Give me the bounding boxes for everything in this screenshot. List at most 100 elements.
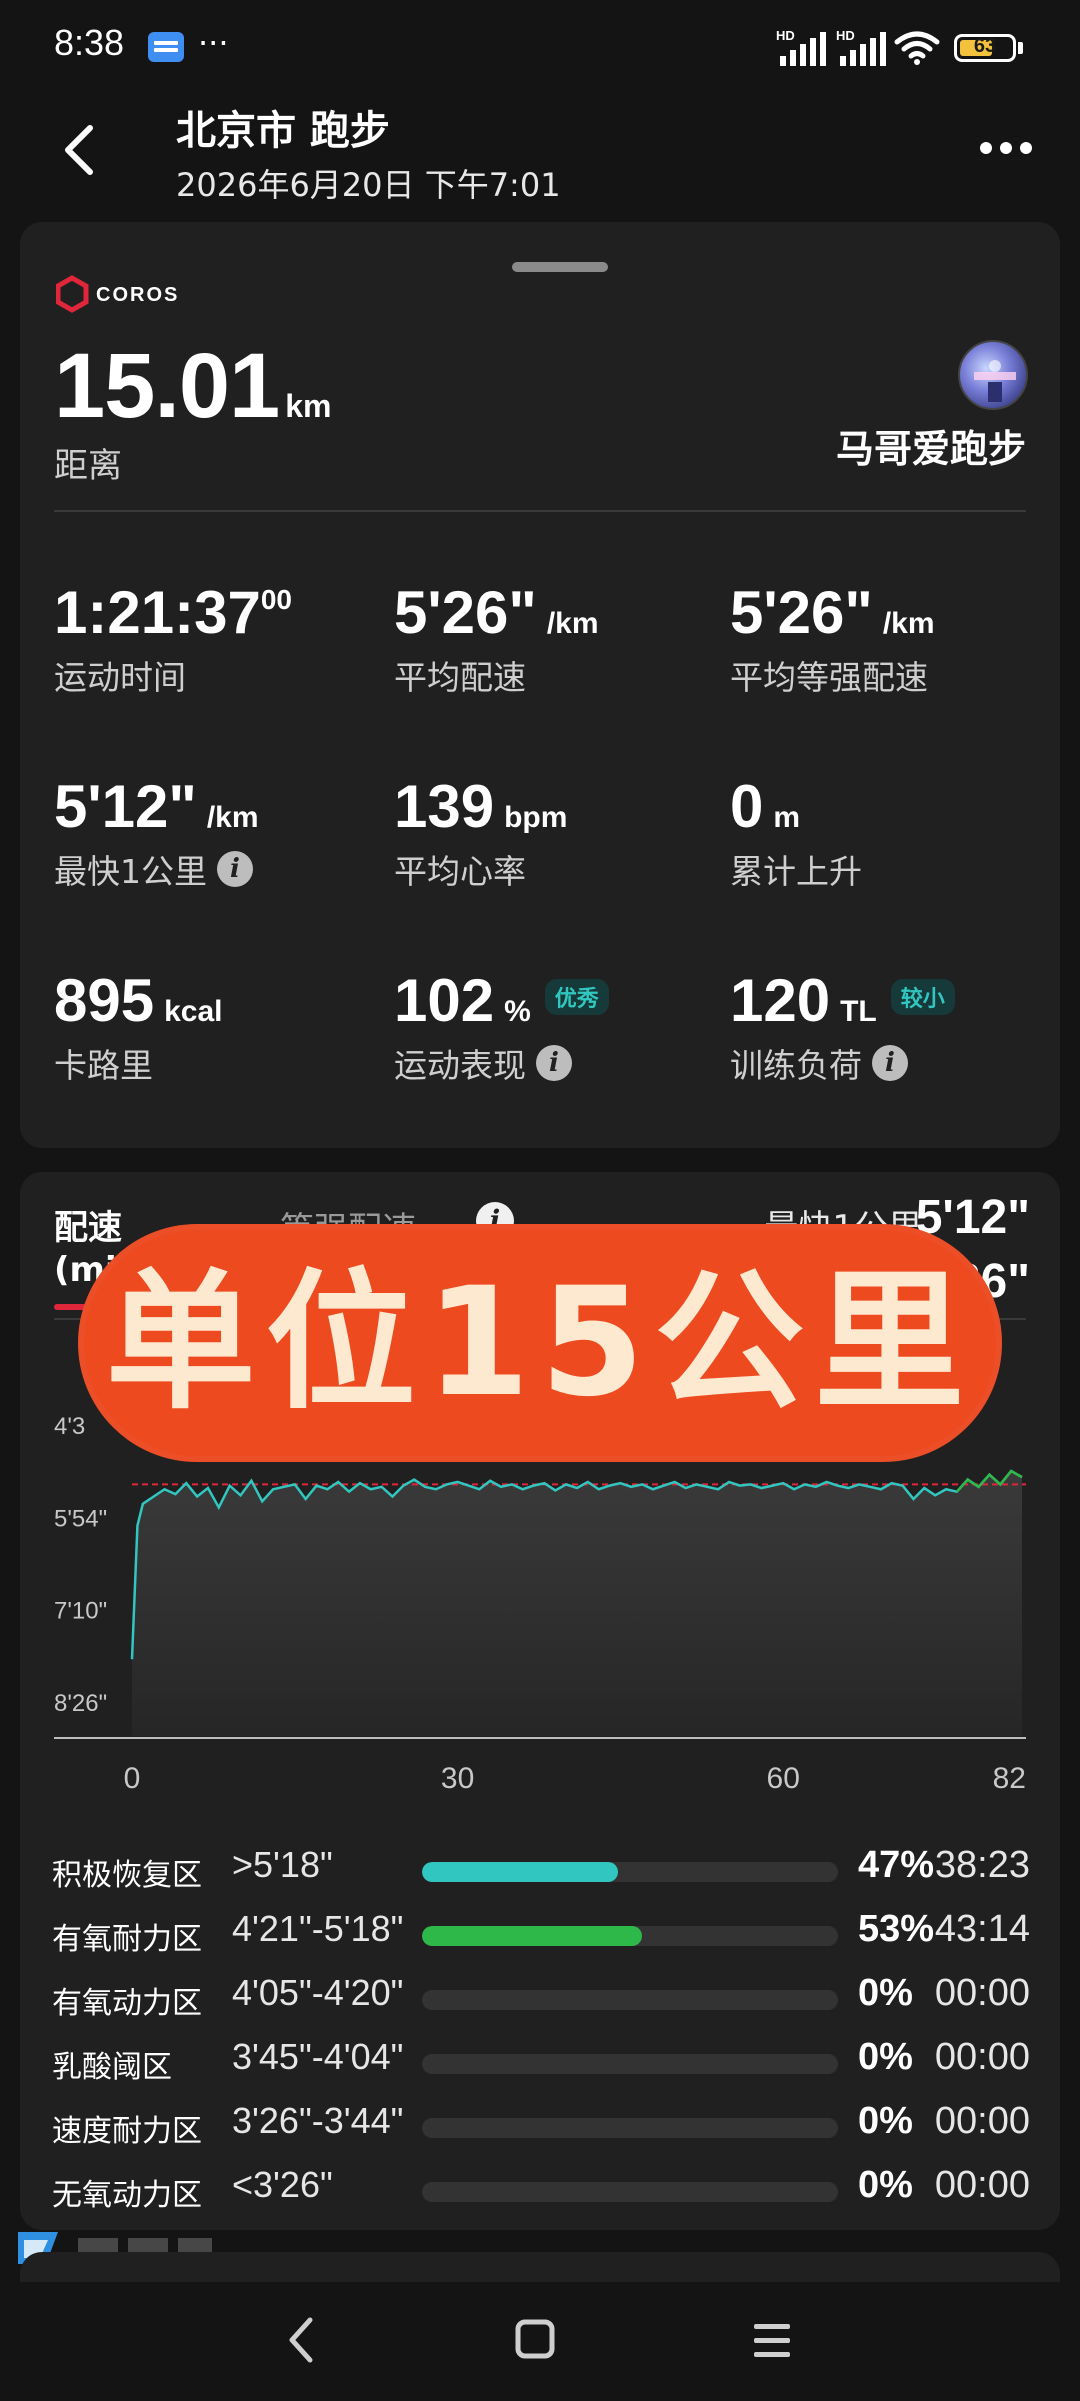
stat-unit: /km [206, 801, 259, 834]
zone-name: 速度耐力区 [52, 2114, 202, 2149]
distance-unit: km [285, 388, 332, 424]
stat-item: 5'26" /km 平均配速 [394, 578, 599, 699]
battery-level: 63 [973, 35, 997, 57]
stat-number: 5'12" [54, 773, 197, 840]
zone-percent: 47% [858, 1844, 935, 1886]
stat-item: 5'26" /km 平均等强配速 [730, 578, 935, 699]
signal-2-label: HD [836, 28, 855, 43]
stat-label: 平均等强配速 [730, 651, 935, 699]
stat-unit: /km [546, 607, 599, 640]
zone-name: 有氧动力区 [52, 1986, 202, 2021]
nav-menu-icon [754, 2324, 790, 2357]
stat-number: 0 [730, 773, 764, 840]
zone-row: 积极恢复区 >5'18" 47% 38:23 [20, 1842, 1060, 1902]
zone-duration: 38:23 [934, 1844, 1030, 1886]
stat-unit: kcal [164, 995, 223, 1028]
wifi-icon [894, 31, 940, 65]
avatar[interactable] [958, 340, 1028, 410]
info-icon[interactable]: i [536, 1045, 572, 1081]
battery-icon: 63 [954, 34, 1016, 62]
chevron-left-icon [65, 125, 93, 175]
zone-row: 乳酸阈区 3'45"-4'04" 0% 00:00 [20, 2034, 1060, 2094]
zone-range: 4'05"-4'20" [232, 1972, 404, 2013]
nav-home-icon [515, 2319, 555, 2359]
zone-duration: 00:00 [934, 1972, 1030, 2014]
x-tick-label: 0 [124, 1762, 141, 1795]
stat-value: 5'26" /km [730, 578, 935, 647]
stat-item: 102% 优秀 运动表现 i [394, 966, 609, 1087]
x-tick-label: 30 [441, 1762, 474, 1795]
zone-name: 乳酸阈区 [52, 2050, 172, 2085]
stat-label-text: 平均等强配速 [730, 658, 928, 697]
zone-progress-track [422, 2118, 838, 2138]
zone-range: 3'26"-3'44" [232, 2100, 404, 2141]
zone-progress-track [422, 1862, 838, 1882]
zone-name: 有氧耐力区 [52, 1922, 202, 1957]
rating-badge: 较小 [890, 979, 955, 1016]
stat-item: 120 TL 较小 训练负荷 i [730, 966, 955, 1087]
stat-unit: bpm [504, 801, 568, 834]
coros-logo: COROS [56, 275, 179, 313]
x-tick-label: 82 [993, 1762, 1026, 1795]
info-icon[interactable]: i [872, 1045, 908, 1081]
sticker-text: 单位15公里 [105, 1256, 975, 1430]
stat-value: 895 kcal [54, 966, 223, 1035]
zone-progress-track [422, 2182, 838, 2202]
more-horizontal-icon [980, 142, 1032, 154]
stat-item: 895 kcal 卡路里 [54, 966, 223, 1087]
stat-label-text: 平均配速 [394, 658, 526, 697]
brand-text: COROS [96, 284, 179, 306]
stat-label-text: 最快1公里 [54, 852, 207, 891]
page-title: 北京市 跑步 [176, 108, 390, 154]
status-time: 8:38 [54, 22, 125, 63]
next-card-peek [20, 2252, 1060, 2282]
zone-duration: 00:00 [934, 2100, 1030, 2142]
back-button[interactable] [50, 112, 110, 188]
stat-value: 0m [730, 772, 862, 841]
mail-app-icon [148, 32, 184, 62]
zone-duration: 00:00 [934, 2164, 1030, 2206]
stat-unit: m [773, 801, 801, 834]
username[interactable]: 马哥爱跑步 [836, 418, 1026, 473]
zone-progress-track [422, 1926, 838, 1946]
drag-handle[interactable] [512, 262, 608, 272]
zone-range: <3'26" [232, 2164, 333, 2205]
stat-value: 5'26" /km [394, 578, 599, 647]
stat-number: 5'26" [394, 579, 537, 646]
status-bar: 8:38 ··· HD HD 63 [0, 0, 1080, 92]
stat-item: 0 m 累计上升 [730, 772, 862, 893]
distance-number: 15.01 [54, 335, 280, 437]
stat-number: 139 [394, 773, 495, 840]
zone-progress-fill [422, 1926, 643, 1946]
more-button[interactable] [976, 128, 1036, 168]
zone-progress-track [422, 1990, 838, 2010]
stat-label: 最快1公里 i [54, 845, 259, 893]
stat-label: 累计上升 [730, 845, 862, 893]
zone-range: 4'21"-5'18" [232, 1908, 404, 1949]
overlay-sticker: 单位15公里 [84, 1230, 996, 1456]
zone-row: 无氧动力区 <3'26" 0% 00:00 [20, 2162, 1060, 2222]
stat-number: 5'26" [730, 579, 873, 646]
system-nav-bar [0, 2282, 1080, 2401]
nav-menu-button[interactable] [694, 2282, 854, 2401]
x-tick-label: 60 [767, 1762, 800, 1795]
stat-label: 运动时间 [54, 651, 292, 699]
stat-unit: /km [882, 607, 935, 640]
nav-back-button[interactable] [222, 2282, 382, 2401]
stat-label: 平均心率 [394, 845, 567, 893]
zone-row: 有氧动力区 4'05"-4'20" 0% 00:00 [20, 1970, 1060, 2030]
stat-unit: TL [840, 995, 877, 1028]
rating-badge: 优秀 [544, 979, 609, 1016]
zone-name: 积极恢复区 [52, 1858, 202, 1893]
stat-value: 139 bpm [394, 772, 567, 841]
stat-number: 102 [394, 967, 495, 1034]
info-icon[interactable]: i [217, 851, 253, 887]
stat-item: 5'12" /km 最快1公里 i [54, 772, 259, 893]
stat-value: 1:21:3700 [54, 578, 292, 647]
y-tick-label: 5'54" [54, 1505, 107, 1532]
stat-label-text: 累计上升 [730, 852, 862, 891]
nav-back-icon [289, 2317, 313, 2363]
nav-home-button[interactable] [456, 2282, 616, 2401]
stat-item: 139 bpm 平均心率 [394, 772, 567, 893]
zone-duration: 43:14 [934, 1908, 1030, 1950]
